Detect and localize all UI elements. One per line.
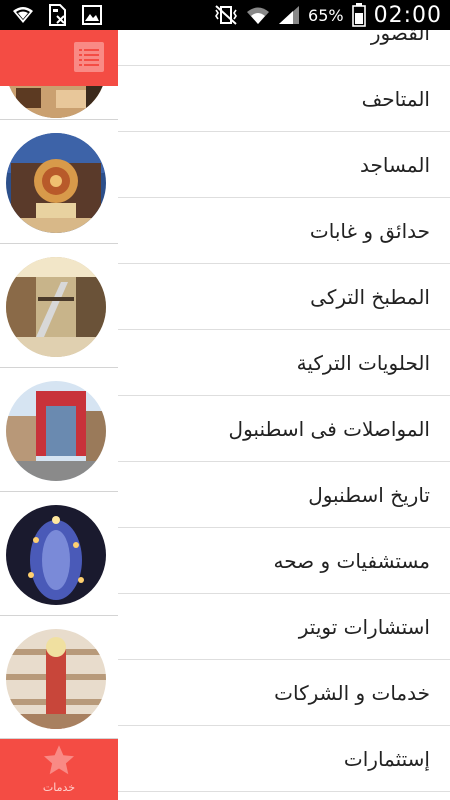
menu-item-twitter-consulting[interactable]: استشارات تويتر: [118, 594, 450, 660]
menu-item-label: تاريخ اسطنبول: [308, 483, 430, 507]
mall-photo-2: [6, 133, 106, 233]
menu-item-transportation[interactable]: المواصلات فى اسطنبول: [118, 396, 450, 462]
menu-item-services-companies[interactable]: خدمات و الشركات: [118, 660, 450, 726]
menu-item-hospitals-health[interactable]: مستشفيات و صحه: [118, 528, 450, 594]
mall-photo-3: [6, 257, 106, 357]
thumbnail-cell-4[interactable]: [0, 368, 118, 492]
menu-item-turkish-cuisine[interactable]: المطبخ التركى: [118, 264, 450, 330]
menu-item-label: المتاحف: [361, 87, 430, 111]
cell-signal-icon: [279, 6, 300, 24]
menu-item-label: حدائق و غابات: [309, 219, 430, 243]
mall-photo-1: [6, 86, 106, 118]
menu-item-label: إستثمارات: [343, 747, 430, 771]
menu-item-label: خدمات و الشركات: [274, 681, 430, 705]
list-menu-icon[interactable]: [74, 42, 104, 72]
wifi-signal-icon: [247, 7, 270, 24]
menu-item-label: استشارات تويتر: [298, 615, 430, 639]
menu-item-label: المطبخ التركى: [310, 285, 430, 309]
services-tab[interactable]: خدمات: [0, 739, 118, 800]
mall-photo-5: [6, 505, 106, 605]
mall-photo-6: [6, 629, 106, 729]
thumbnail-cell-5[interactable]: [0, 492, 118, 616]
thumbnail-cell-3[interactable]: [0, 244, 118, 368]
mall-photo-4: [6, 381, 106, 481]
left-thumbnail-strip: خدمات: [0, 30, 118, 800]
vibrate-icon: [215, 5, 237, 25]
menu-item-label: القصور: [370, 30, 430, 45]
thumbnail-cell-6[interactable]: [0, 616, 118, 739]
status-bar: 65% 02:00: [0, 0, 450, 30]
thumbnail-cell-2[interactable]: [0, 120, 118, 244]
menu-item-label: المساجد: [359, 153, 430, 177]
image-icon: [82, 5, 102, 25]
menu-item-museums[interactable]: المتاحف: [118, 66, 450, 132]
menu-item-history[interactable]: تاريخ اسطنبول: [118, 462, 450, 528]
wifi-icon: [13, 7, 33, 23]
menu-item-palaces[interactable]: القصور: [118, 30, 450, 66]
strip-header: [0, 30, 118, 86]
services-tab-label: خدمات: [42, 781, 76, 794]
thumbnail-cell-1[interactable]: [0, 86, 118, 120]
menu-item-investments[interactable]: إستثمارات: [118, 726, 450, 792]
battery-percent: 65%: [308, 5, 344, 25]
sim-blocked-icon: [49, 4, 66, 26]
category-menu-list: القصور المتاحف المساجد حدائق و غابات الم…: [118, 30, 450, 800]
menu-item-label: الحلويات التركية: [296, 351, 430, 375]
menu-item-parks-forests[interactable]: حدائق و غابات: [118, 198, 450, 264]
menu-item-turkish-sweets[interactable]: الحلويات التركية: [118, 330, 450, 396]
menu-item-mosques[interactable]: المساجد: [118, 132, 450, 198]
menu-item-label: المواصلات فى اسطنبول: [228, 417, 430, 441]
menu-item-label: مستشفيات و صحه: [273, 549, 431, 573]
star-icon: [44, 745, 74, 775]
battery-icon: [351, 3, 366, 27]
clock: 02:00: [373, 2, 442, 28]
